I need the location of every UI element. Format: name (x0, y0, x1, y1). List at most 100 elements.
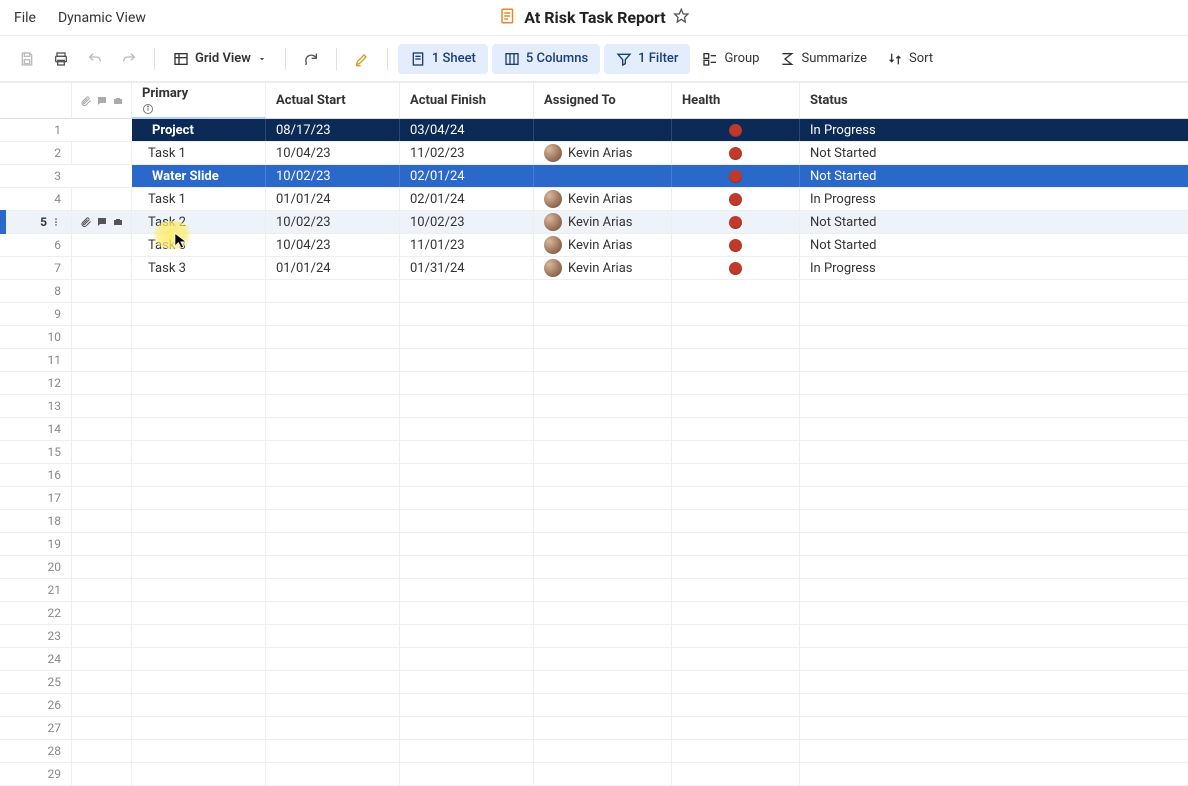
cell-actual-start[interactable] (266, 418, 400, 440)
cell-status[interactable] (800, 487, 940, 509)
table-row[interactable]: 6Task 310/04/2311/01/23Kevin AriasNot St… (0, 234, 1188, 257)
cell-assigned[interactable] (534, 119, 672, 141)
row-number[interactable]: 22 (0, 602, 72, 624)
cell-actual-start[interactable]: 08/17/23 (266, 119, 400, 141)
cell-actual-start[interactable] (266, 694, 400, 716)
cell-actual-finish[interactable] (400, 326, 534, 348)
cell-assigned[interactable] (534, 763, 672, 785)
redo-button[interactable] (114, 44, 144, 74)
cell-health[interactable] (672, 602, 800, 624)
cell-actual-start[interactable] (266, 625, 400, 647)
row-number[interactable]: 13 (0, 395, 72, 417)
row-number[interactable]: 7 (0, 257, 72, 279)
sheet-filter-button[interactable]: 1 Sheet (398, 44, 488, 74)
cell-actual-start[interactable] (266, 349, 400, 371)
table-row[interactable]: 18 (0, 510, 1188, 533)
cell-status[interactable] (800, 349, 940, 371)
cell-actual-finish[interactable]: 02/01/24 (400, 165, 534, 187)
row-number[interactable]: 4 (0, 188, 72, 210)
cell-status[interactable]: In Progress (800, 119, 940, 141)
cell-assigned[interactable] (534, 717, 672, 739)
proof-icon[interactable] (112, 216, 124, 228)
cell-primary[interactable] (132, 349, 266, 371)
cell-status[interactable]: In Progress (800, 257, 940, 279)
table-row[interactable]: 24 (0, 648, 1188, 671)
comment-icon[interactable] (96, 216, 108, 228)
table-row[interactable]: 23 (0, 625, 1188, 648)
cell-actual-start[interactable] (266, 740, 400, 762)
cell-health[interactable] (672, 556, 800, 578)
cell-health[interactable] (672, 303, 800, 325)
cell-actual-finish[interactable] (400, 487, 534, 509)
cell-actual-start[interactable]: 10/02/23 (266, 165, 400, 187)
cell-actual-start[interactable]: 01/01/24 (266, 257, 400, 279)
cell-status[interactable] (800, 441, 940, 463)
cell-assigned[interactable] (534, 441, 672, 463)
cell-actual-start[interactable] (266, 395, 400, 417)
group-button[interactable]: Group (694, 44, 767, 74)
cell-primary[interactable] (132, 441, 266, 463)
table-row[interactable]: 12 (0, 372, 1188, 395)
column-header-actual-start[interactable]: Actual Start (266, 83, 400, 118)
cell-actual-start[interactable] (266, 671, 400, 693)
cell-actual-finish[interactable]: 11/01/23 (400, 234, 534, 256)
cell-primary[interactable] (132, 740, 266, 762)
cell-status[interactable] (800, 625, 940, 647)
cell-primary[interactable]: Task 3 (132, 234, 266, 256)
cell-health[interactable] (672, 349, 800, 371)
cell-actual-start[interactable] (266, 487, 400, 509)
table-row[interactable]: 2Task 110/04/2311/02/23Kevin AriasNot St… (0, 142, 1188, 165)
row-number[interactable]: 18 (0, 510, 72, 532)
cell-status[interactable]: In Progress (800, 188, 940, 210)
cell-primary[interactable] (132, 556, 266, 578)
cell-actual-finish[interactable] (400, 395, 534, 417)
cell-actual-finish[interactable] (400, 280, 534, 302)
row-number[interactable]: 19 (0, 533, 72, 555)
cell-assigned[interactable] (534, 418, 672, 440)
cell-status[interactable] (800, 303, 940, 325)
cell-status[interactable] (800, 464, 940, 486)
cell-assigned[interactable] (534, 648, 672, 670)
row-number[interactable]: 21 (0, 579, 72, 601)
row-number[interactable]: 12 (0, 372, 72, 394)
save-button[interactable] (12, 44, 42, 74)
row-number[interactable]: 9 (0, 303, 72, 325)
cell-actual-start[interactable] (266, 372, 400, 394)
cell-assigned[interactable] (534, 165, 672, 187)
row-number[interactable]: 11 (0, 349, 72, 371)
table-row[interactable]: 7Task 301/01/2401/31/24Kevin AriasIn Pro… (0, 257, 1188, 280)
cell-actual-finish[interactable] (400, 303, 534, 325)
table-row[interactable]: 17 (0, 487, 1188, 510)
cell-actual-start[interactable] (266, 579, 400, 601)
cell-actual-finish[interactable] (400, 648, 534, 670)
cell-actual-finish[interactable] (400, 441, 534, 463)
cell-health[interactable] (672, 234, 800, 256)
cell-actual-start[interactable] (266, 441, 400, 463)
cell-health[interactable] (672, 671, 800, 693)
row-number[interactable]: 1 (0, 119, 72, 141)
cell-actual-finish[interactable] (400, 372, 534, 394)
cell-actual-finish[interactable]: 10/02/23 (400, 211, 534, 233)
cell-primary[interactable] (132, 648, 266, 670)
cell-health[interactable] (672, 464, 800, 486)
row-number[interactable]: 3 (0, 165, 72, 187)
cell-health[interactable] (672, 418, 800, 440)
row-number[interactable]: 10 (0, 326, 72, 348)
cell-status[interactable] (800, 740, 940, 762)
cell-health[interactable] (672, 579, 800, 601)
undo-button[interactable] (80, 44, 110, 74)
row-number[interactable]: 6 (0, 234, 72, 256)
cell-status[interactable] (800, 763, 940, 785)
cell-status[interactable] (800, 671, 940, 693)
cell-health[interactable] (672, 441, 800, 463)
column-header-assigned[interactable]: Assigned To (534, 83, 672, 118)
columns-filter-button[interactable]: 5 Columns (492, 44, 600, 74)
row-number[interactable]: 24 (0, 648, 72, 670)
cell-actual-finish[interactable] (400, 763, 534, 785)
cell-primary[interactable] (132, 395, 266, 417)
cell-health[interactable] (672, 763, 800, 785)
cell-primary[interactable]: Water Slide (132, 165, 266, 187)
cell-primary[interactable]: Task 1 (132, 188, 266, 210)
cell-health[interactable] (672, 257, 800, 279)
cell-actual-start[interactable]: 01/01/24 (266, 188, 400, 210)
